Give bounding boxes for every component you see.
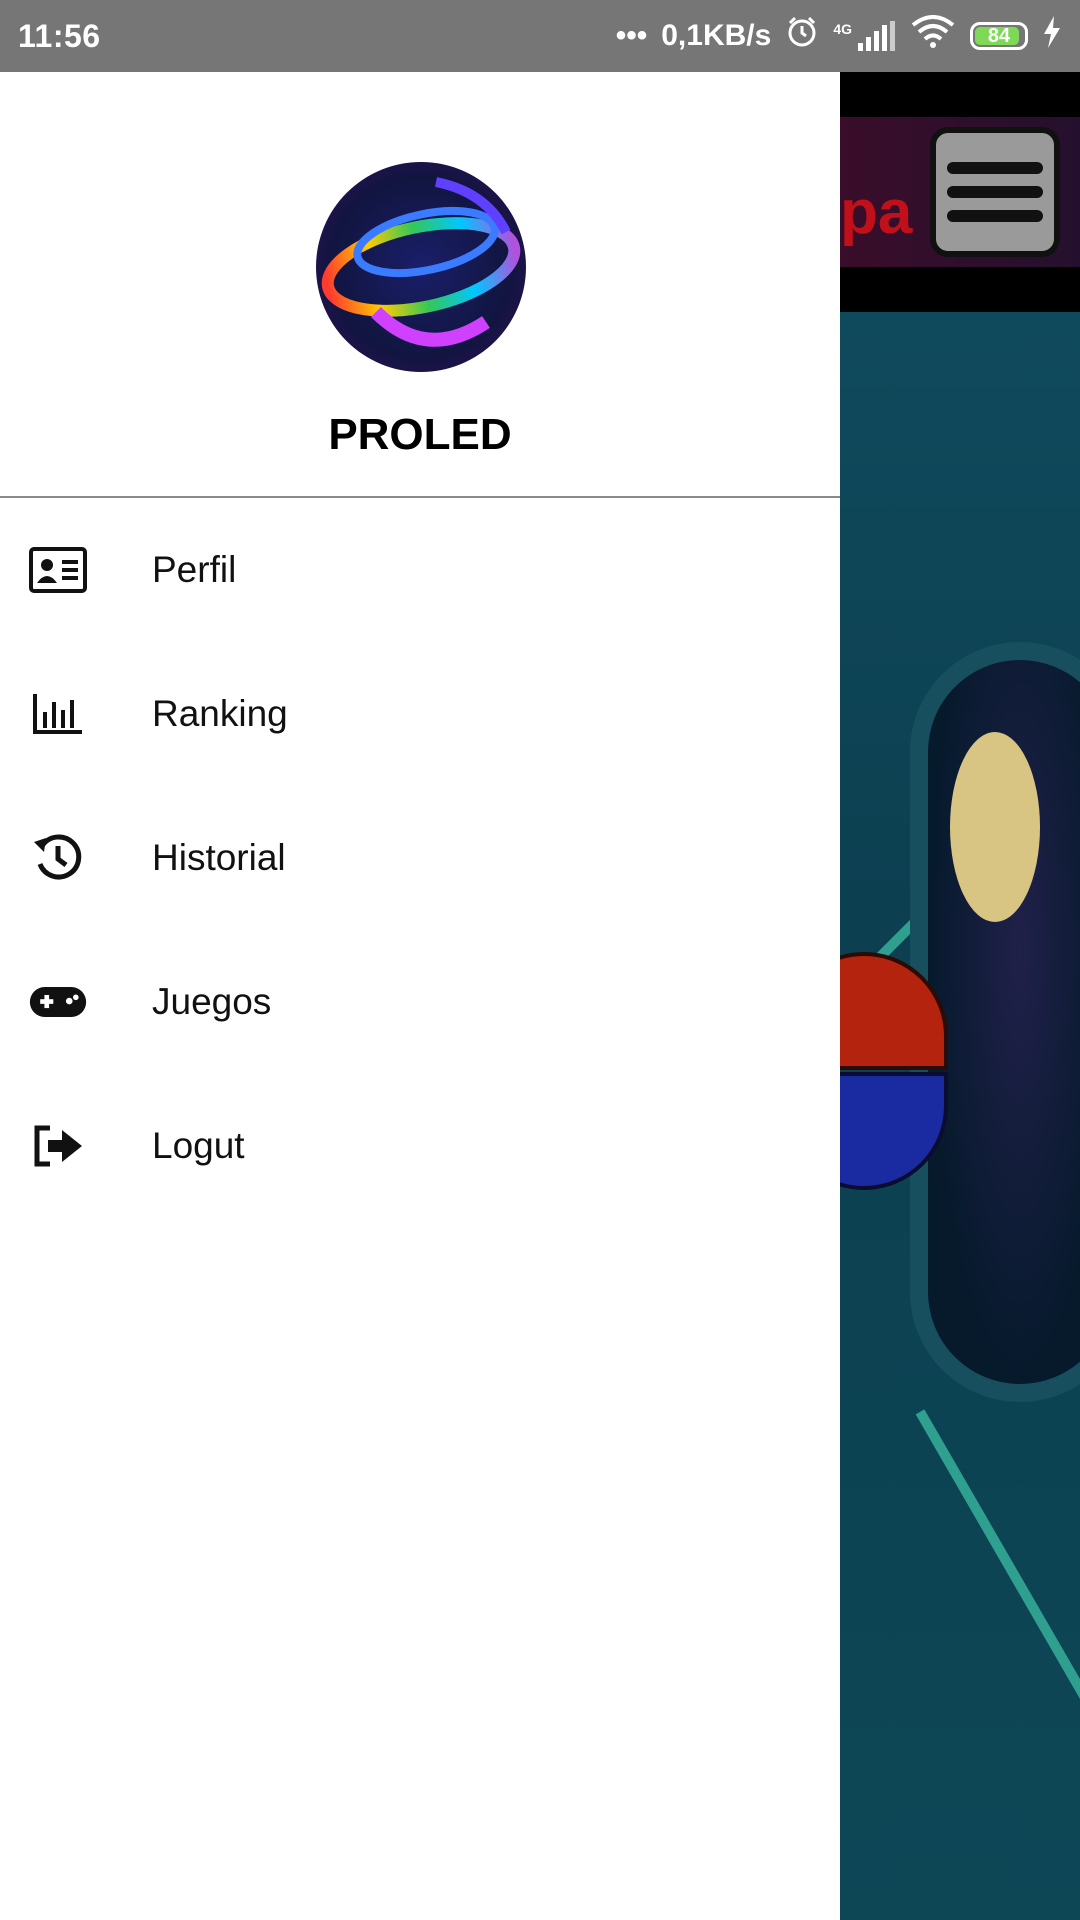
status-time: 11:56: [18, 17, 101, 54]
menu-label-ranking: Ranking: [152, 693, 288, 734]
hamburger-menu-button[interactable]: [930, 127, 1060, 257]
navigation-drawer: PROLED Perfil Ranking Historial Juegos L…: [0, 72, 840, 1920]
charging-icon: [1042, 16, 1062, 56]
battery-icon: 84: [970, 22, 1028, 50]
battery-level: 84: [987, 24, 1011, 47]
menu-item-perfil[interactable]: Perfil: [0, 498, 840, 642]
id-card-icon: [28, 545, 88, 595]
profile-avatar[interactable]: [316, 162, 526, 372]
background-app-header: pa: [840, 72, 1080, 312]
history-icon: [28, 833, 88, 883]
menu-item-ranking[interactable]: Ranking: [0, 642, 840, 786]
banner-text-fragment: pa: [840, 178, 913, 247]
bar-chart-icon: [28, 689, 88, 739]
status-bar: 11:56 ••• 0,1KB/s 4G 84: [0, 0, 1080, 72]
drawer-menu: Perfil Ranking Historial Juegos Logut: [0, 498, 840, 1218]
status-icons: ••• 0,1KB/s 4G 84: [616, 15, 1062, 57]
logout-icon: [28, 1121, 88, 1171]
menu-label-juegos: Juegos: [152, 981, 272, 1022]
decorative-stripe: [915, 1409, 1080, 1865]
menu-label-logout: Logut: [152, 1125, 245, 1166]
menu-label-perfil: Perfil: [152, 549, 237, 590]
menu-label-historial: Historial: [152, 837, 286, 878]
menu-item-juegos[interactable]: Juegos: [0, 930, 840, 1074]
game-background-scene: [840, 312, 1080, 1920]
gamepad-icon: [28, 977, 88, 1027]
drawer-header: PROLED: [0, 72, 840, 498]
profile-name: PROLED: [328, 410, 512, 459]
more-dots-icon: •••: [615, 19, 648, 52]
menu-item-historial[interactable]: Historial: [0, 786, 840, 930]
network-speed: 0,1KB/s: [661, 19, 772, 52]
moon-illustration: [950, 732, 1040, 922]
background-app: pa: [840, 72, 1080, 1920]
alarm-icon: [785, 15, 819, 57]
cellular-signal-icon: 4G: [833, 21, 896, 51]
menu-item-logout[interactable]: Logut: [0, 1074, 840, 1218]
wifi-icon: [910, 15, 956, 57]
network-type: 4G: [833, 21, 852, 37]
